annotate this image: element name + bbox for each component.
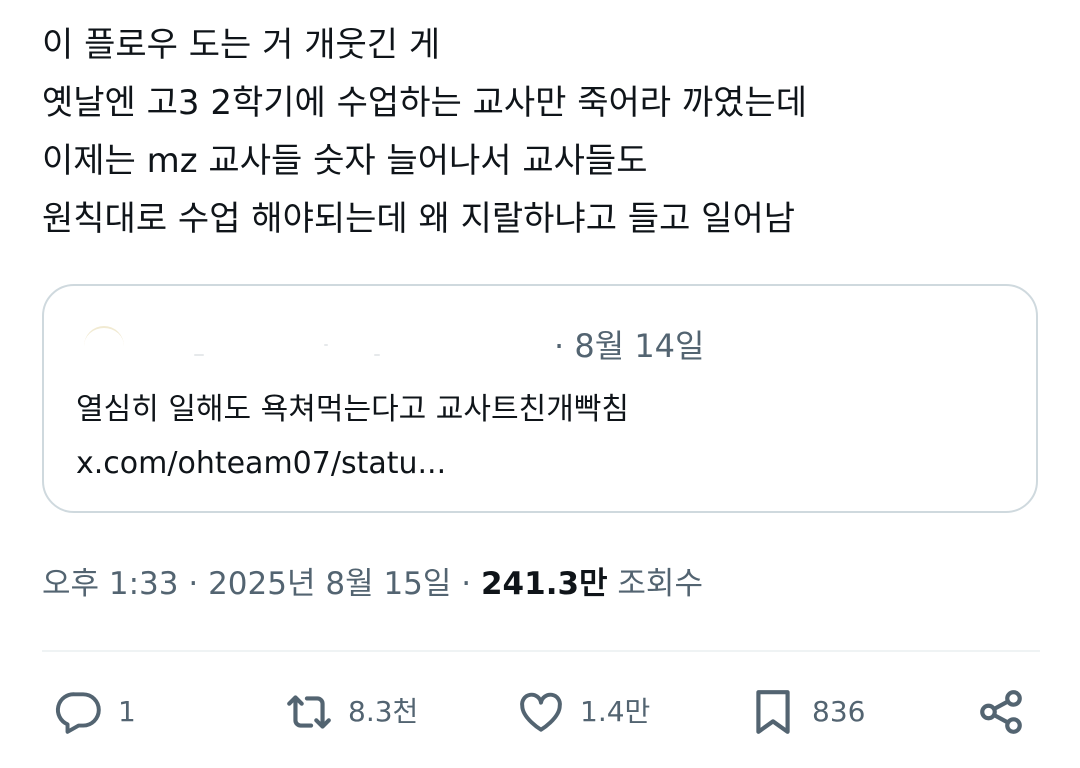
tweet-line: 원칙대로 수업 해야되는데 왜 지랄하냐고 들고 일어남 bbox=[42, 199, 796, 239]
tweet-line: 이제는 mz 교사들 숫자 늘어나서 교사들도 bbox=[42, 141, 648, 181]
quoted-tweet-avatar[interactable] bbox=[84, 326, 124, 366]
views-label: 조회수 bbox=[607, 566, 703, 602]
tweet-text: 이 플로우 도는 거 개웃긴 게 옛날엔 고3 2학기에 수업하는 교사만 죽어… bbox=[42, 16, 1042, 248]
retweet-button[interactable]: 8.3천 bbox=[284, 686, 418, 738]
quoted-tweet-link[interactable]: x.com/ohteam07/statu... bbox=[76, 444, 446, 484]
bookmark-button[interactable]: 836 bbox=[748, 686, 865, 738]
like-button[interactable]: 1.4만 bbox=[516, 686, 650, 738]
reply-count: 1 bbox=[118, 695, 136, 728]
blurred-author-handle bbox=[374, 354, 380, 356]
retweet-arrows-icon bbox=[284, 687, 334, 737]
tweet-line: 이 플로우 도는 거 개웃긴 게 bbox=[42, 25, 441, 65]
heart-icon bbox=[516, 687, 566, 737]
blurred-author-name bbox=[194, 354, 204, 356]
meta-separator: · bbox=[178, 566, 209, 602]
quoted-tweet-text: 열심히 일해도 욕쳐먹는다고 교사트친개빡침 bbox=[76, 392, 630, 427]
tweet-meta: 오후 1:33 · 2025년 8월 15일 · 241.3만 조회수 bbox=[42, 560, 703, 608]
quoted-tweet-header: · 8월 14일 bbox=[74, 326, 974, 376]
quoted-tweet-date[interactable]: · 8월 14일 bbox=[554, 326, 704, 366]
tweet-line: 옛날엔 고3 2학기에 수업하는 교사만 죽어라 까였는데 bbox=[42, 83, 807, 123]
retweet-count: 8.3천 bbox=[348, 695, 419, 728]
like-count: 1.4만 bbox=[580, 695, 651, 728]
share-button[interactable] bbox=[976, 686, 1026, 738]
tweet-date[interactable]: 2025년 8월 15일 bbox=[208, 566, 451, 602]
views-count[interactable]: 241.3만 bbox=[481, 566, 608, 602]
tweet-time[interactable]: 오후 1:33 bbox=[42, 566, 179, 602]
meta-separator: · bbox=[451, 566, 481, 602]
speech-bubble-icon bbox=[54, 687, 104, 737]
bookmark-icon bbox=[748, 687, 798, 737]
divider bbox=[42, 650, 1040, 652]
bookmark-count: 836 bbox=[812, 695, 866, 728]
reply-button[interactable]: 1 bbox=[54, 686, 136, 738]
quoted-tweet-card[interactable]: · 8월 14일 열심히 일해도 욕쳐먹는다고 교사트친개빡침 x.com/oh… bbox=[42, 284, 1038, 513]
blurred-author-handle bbox=[324, 344, 328, 346]
share-nodes-icon bbox=[976, 687, 1026, 737]
